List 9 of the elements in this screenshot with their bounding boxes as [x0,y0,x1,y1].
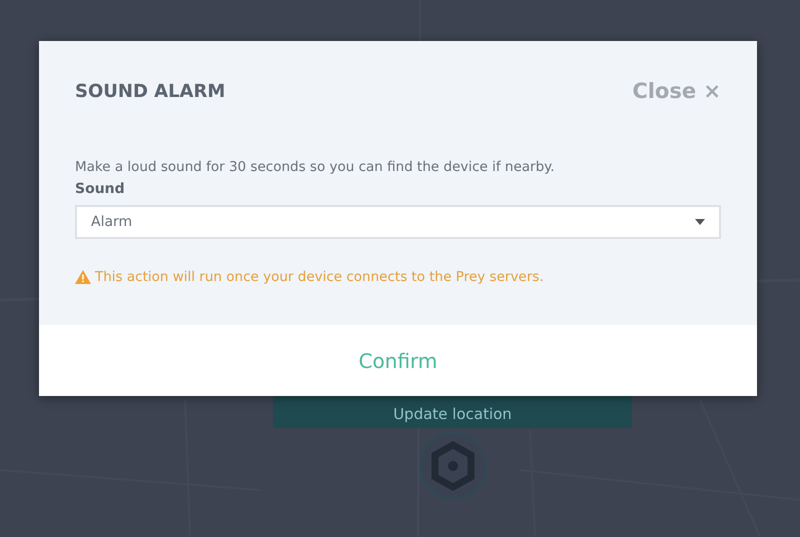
location-pin-icon [418,431,488,501]
warning-text: This action will run once your device connects to the Prey servers. [95,269,544,285]
dialog-title: SOUND ALARM [75,80,226,102]
sound-select[interactable]: Alarm [75,205,721,239]
field-label: Sound [75,181,126,197]
warning-icon [75,270,91,284]
update-location-button[interactable]: Update location [273,393,632,428]
description-text: Make a loud sound for 30 seconds so you can find the device if nearby. [75,159,556,175]
caret-icon [695,219,705,225]
